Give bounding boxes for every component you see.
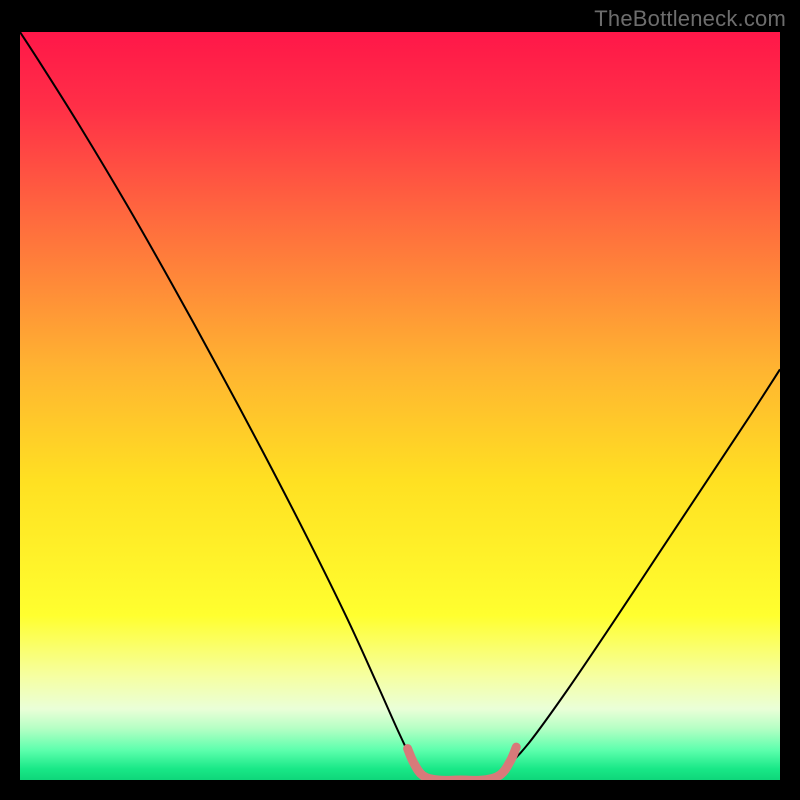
watermark-text: TheBottleneck.com bbox=[594, 6, 786, 32]
plot-area bbox=[20, 32, 780, 780]
bottleneck-chart bbox=[20, 32, 780, 780]
gradient-background bbox=[20, 32, 780, 780]
chart-frame: TheBottleneck.com bbox=[0, 0, 800, 800]
